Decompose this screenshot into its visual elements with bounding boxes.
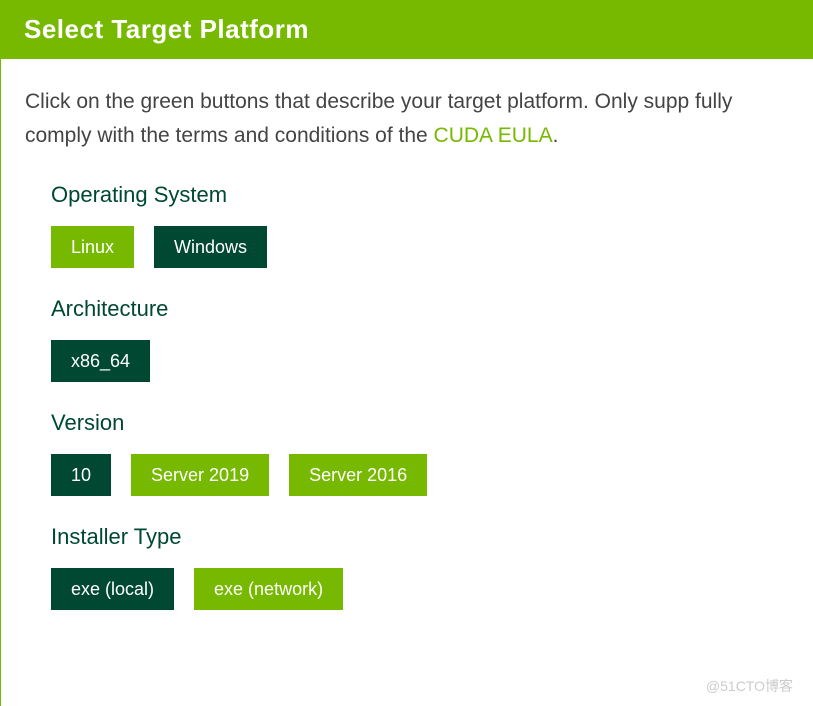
option-version-10[interactable]: 10 bbox=[51, 454, 111, 496]
page-header: Select Target Platform bbox=[0, 0, 813, 59]
intro-text: Click on the green buttons that describe… bbox=[1, 59, 813, 162]
watermark: @51CTO博客 bbox=[706, 676, 793, 696]
options-arch: x86_64 bbox=[51, 340, 763, 382]
selector-sections: Operating System Linux Windows Architect… bbox=[1, 162, 813, 658]
option-x86-64[interactable]: x86_64 bbox=[51, 340, 150, 382]
options-os: Linux Windows bbox=[51, 226, 763, 268]
section-installer-type: Installer Type exe (local) exe (network) bbox=[51, 524, 763, 610]
section-label-arch: Architecture bbox=[51, 296, 763, 322]
section-label-version: Version bbox=[51, 410, 763, 436]
option-windows[interactable]: Windows bbox=[154, 226, 267, 268]
cuda-eula-link[interactable]: CUDA EULA bbox=[434, 124, 553, 147]
intro-text-before: Click on the green buttons that describe… bbox=[25, 90, 732, 147]
page-title: Select Target Platform bbox=[24, 14, 789, 45]
section-architecture: Architecture x86_64 bbox=[51, 296, 763, 382]
options-version: 10 Server 2019 Server 2016 bbox=[51, 454, 763, 496]
option-server-2016[interactable]: Server 2016 bbox=[289, 454, 427, 496]
section-label-installer: Installer Type bbox=[51, 524, 763, 550]
section-operating-system: Operating System Linux Windows bbox=[51, 182, 763, 268]
option-exe-network[interactable]: exe (network) bbox=[194, 568, 343, 610]
option-server-2019[interactable]: Server 2019 bbox=[131, 454, 269, 496]
intro-text-after: . bbox=[553, 124, 559, 147]
options-installer: exe (local) exe (network) bbox=[51, 568, 763, 610]
option-exe-local[interactable]: exe (local) bbox=[51, 568, 174, 610]
option-linux[interactable]: Linux bbox=[51, 226, 134, 268]
section-label-os: Operating System bbox=[51, 182, 763, 208]
section-version: Version 10 Server 2019 Server 2016 bbox=[51, 410, 763, 496]
